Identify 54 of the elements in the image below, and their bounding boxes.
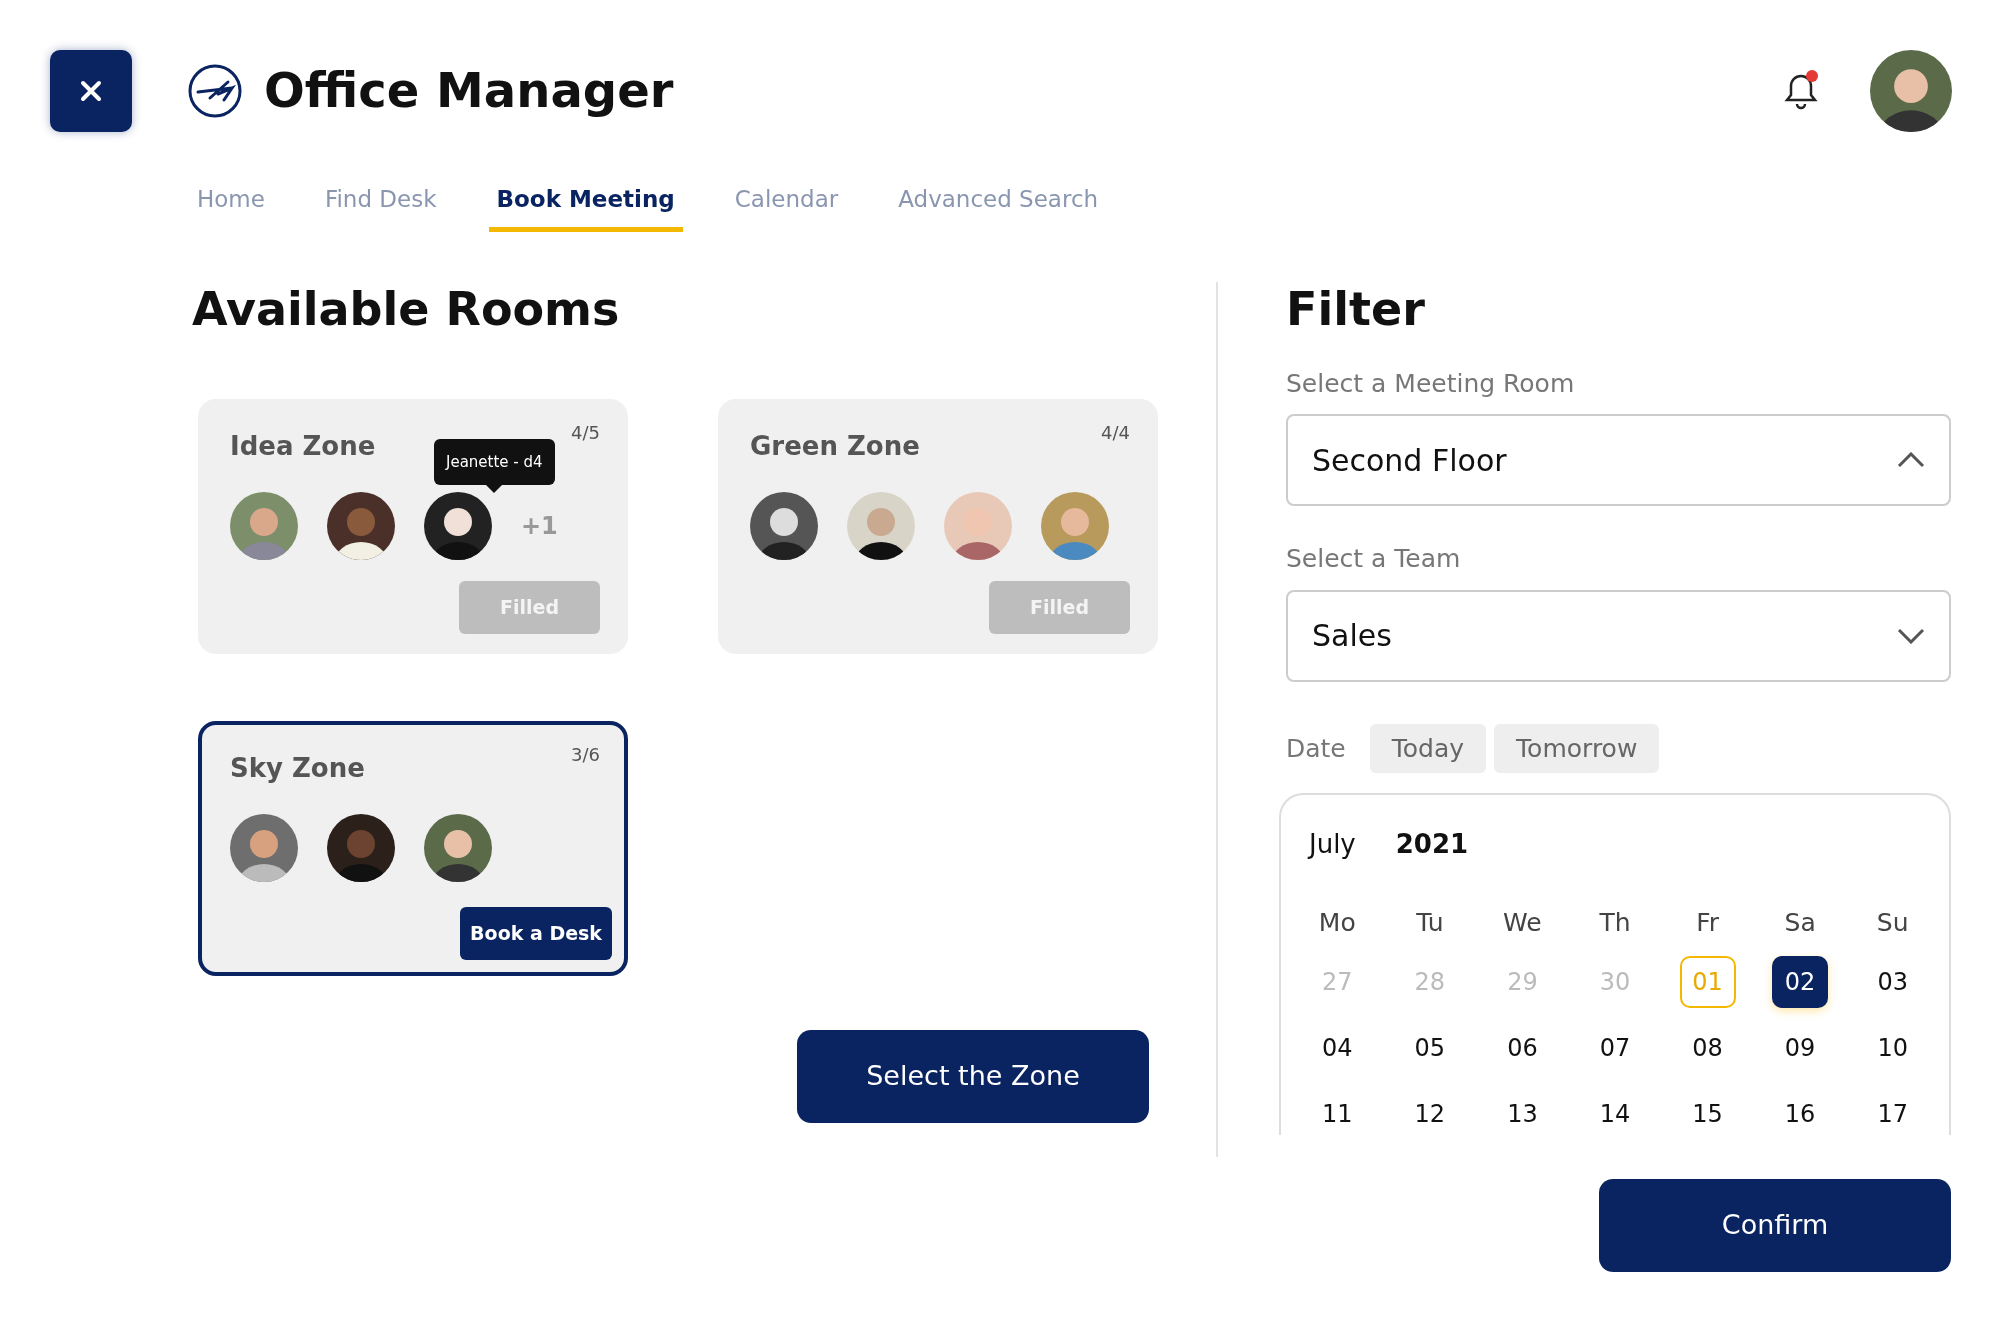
calendar-day[interactable]: 06: [1494, 1021, 1551, 1074]
calendar-day[interactable]: 04: [1309, 1021, 1366, 1074]
dropdown-value: Sales: [1312, 617, 1392, 656]
dropdown-value: Second Floor: [1312, 441, 1507, 480]
more-count: +1: [521, 510, 558, 542]
dropdown-field[interactable]: Sales: [1286, 589, 1951, 682]
calendar-day[interactable]: 11: [1309, 1087, 1366, 1140]
calendar-day[interactable]: 02: [1772, 955, 1829, 1008]
calendar-day[interactable]: 16: [1772, 1087, 1829, 1140]
close-icon: [80, 80, 102, 102]
calendar-day[interactable]: 05: [1401, 1021, 1458, 1074]
month-label[interactable]: July: [1309, 825, 1356, 865]
weekday-label: Mo: [1318, 907, 1356, 940]
room-name: Green Zone: [750, 429, 920, 463]
calendar-day[interactable]: 15: [1679, 1087, 1736, 1140]
tooltip-pointer: [486, 485, 503, 494]
year-label[interactable]: 2021: [1395, 825, 1469, 865]
calendar-day[interactable]: 09: [1772, 1021, 1829, 1074]
date-chip[interactable]: Today: [1369, 723, 1487, 774]
weekday-label: Su: [1876, 907, 1909, 940]
dropdown-field[interactable]: Second Floor: [1286, 414, 1951, 507]
room-card[interactable]: Sky Zone 3/6 Book a Desk: [198, 720, 628, 976]
date-chip[interactable]: Tomorrow: [1494, 723, 1660, 774]
occupancy-count: 4/5: [571, 420, 600, 445]
close-button[interactable]: [50, 50, 132, 132]
nav-tab[interactable]: Book Meeting: [488, 182, 683, 232]
logo-icon: [188, 64, 242, 118]
calendar-day[interactable]: 12: [1401, 1087, 1458, 1140]
tooltip: Jeanette - d4: [434, 438, 555, 486]
calendar-day[interactable]: 10: [1864, 1021, 1921, 1074]
filter-title: Filter: [1286, 281, 1426, 337]
room-name: Idea Zone: [230, 429, 376, 463]
weekday-label: Sa: [1784, 907, 1816, 940]
occupancy-count: 3/6: [571, 742, 600, 767]
calendar-day[interactable]: 17: [1864, 1087, 1921, 1140]
section-title: Available Rooms: [192, 281, 621, 337]
app-title: Office Manager: [264, 62, 674, 120]
calendar-day[interactable]: 07: [1587, 1021, 1643, 1074]
book-button[interactable]: Book a Desk: [460, 907, 612, 960]
calendar-day[interactable]: 08: [1679, 1021, 1736, 1074]
weekday-label: Fr: [1696, 907, 1719, 940]
calendar-day[interactable]: 03: [1864, 955, 1921, 1008]
weekday-label: We: [1503, 907, 1542, 940]
occupancy-count: 4/4: [1101, 420, 1130, 445]
select-zone-button[interactable]: Select the Zone: [797, 1029, 1149, 1123]
field-label: Select a Team: [1286, 543, 1462, 576]
date-label: Date: [1286, 732, 1346, 765]
weekday-label: Tu: [1416, 907, 1444, 940]
field-label: Select a Meeting Room: [1286, 367, 1576, 400]
confirm-button[interactable]: Confirm: [1599, 1179, 1951, 1273]
calendar-day[interactable]: 13: [1494, 1087, 1551, 1140]
calendar-day[interactable]: 14: [1587, 1087, 1643, 1140]
room-name: Sky Zone: [230, 751, 365, 785]
weekday-label: Th: [1599, 907, 1631, 940]
